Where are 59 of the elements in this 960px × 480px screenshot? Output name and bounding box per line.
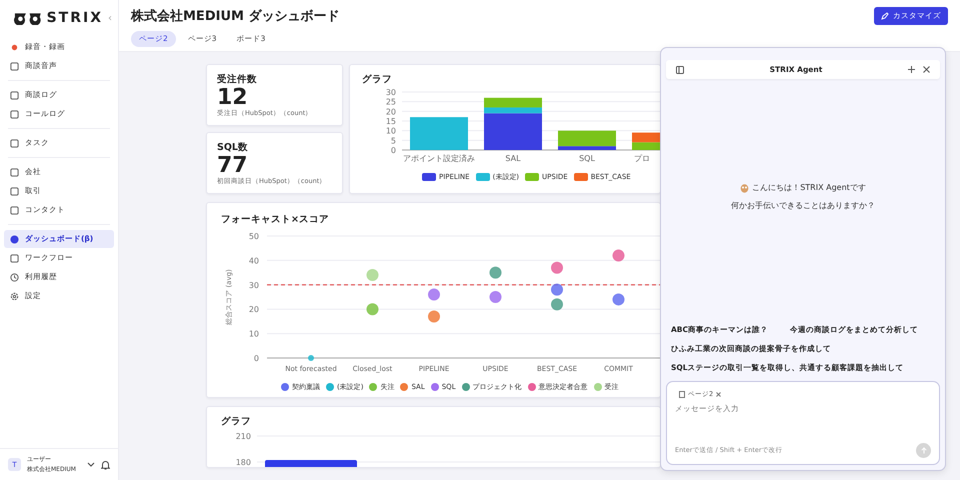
axis-label: アポイント設定済み <box>403 154 475 163</box>
axis-label: SAL <box>505 154 521 163</box>
data-point <box>366 303 378 316</box>
axis-tick: 0 <box>390 146 396 155</box>
record-dot-icon <box>10 42 19 52</box>
data-point <box>612 250 624 262</box>
dashboard-icon <box>10 234 19 244</box>
axis-tick: 15 <box>386 117 396 126</box>
kpi-value: 77 <box>217 154 249 178</box>
axis-tick: 180 <box>236 458 251 467</box>
axis-label: SQL <box>579 154 595 163</box>
axis-tick: 30 <box>248 280 259 290</box>
axis-tick: 25 <box>386 98 396 107</box>
brand-name: STRIX <box>46 10 103 26</box>
data-point <box>366 269 378 282</box>
pencil-icon <box>881 12 889 20</box>
axis-tick: 10 <box>386 126 396 136</box>
plus-icon[interactable] <box>908 66 915 73</box>
owl-logo-icon <box>14 11 42 25</box>
greeting-question: 何かお手伝いできることはありますか？ <box>731 200 875 211</box>
axis-label: プロ <box>634 154 650 163</box>
chart-title: グラフ <box>221 415 252 428</box>
kpi-value: 12 <box>217 86 249 110</box>
chart-title: フォーキャスト×スコア <box>221 213 330 226</box>
chart-title: グラフ <box>362 73 393 86</box>
bar-segment <box>632 132 660 142</box>
sidebar-toggle-icon[interactable] <box>676 66 684 74</box>
axis-tick: 5 <box>390 136 396 146</box>
bell-icon[interactable] <box>101 460 110 470</box>
gear-icon <box>10 292 19 300</box>
axis-tick: 50 <box>248 232 259 241</box>
clock-icon <box>10 272 19 282</box>
chevron-down-icon[interactable] <box>87 462 95 468</box>
arrow-up-icon <box>920 447 926 454</box>
owl-emoji-icon <box>740 182 750 192</box>
page-icon <box>679 391 685 398</box>
data-point <box>428 288 440 301</box>
data-point <box>490 291 502 303</box>
axis-tick: 210 <box>236 432 251 441</box>
axis-tick: 10 <box>248 330 259 339</box>
page-title: 株式会社MEDIUM ダッシュボード <box>131 8 340 25</box>
data-point <box>551 284 563 296</box>
axis-tick: 0 <box>254 354 259 363</box>
axis-tick: 30 <box>386 88 396 97</box>
data-point <box>551 298 563 310</box>
axis-tick: 20 <box>248 305 259 314</box>
data-point <box>490 266 502 279</box>
data-point <box>612 293 624 306</box>
kpi-title: 受注件数 <box>217 73 258 86</box>
greeting-text: こんにちは！STRIX Agentです <box>752 182 866 193</box>
close-icon[interactable] <box>716 392 722 397</box>
close-icon[interactable] <box>923 66 930 73</box>
data-point <box>428 310 440 323</box>
kpi-title: SQL数 <box>217 141 249 154</box>
data-point <box>551 262 563 274</box>
bar-segment <box>410 117 468 150</box>
axis-tick: 40 <box>248 256 259 266</box>
axis-tick: 20 <box>386 107 396 116</box>
data-point <box>308 355 314 361</box>
